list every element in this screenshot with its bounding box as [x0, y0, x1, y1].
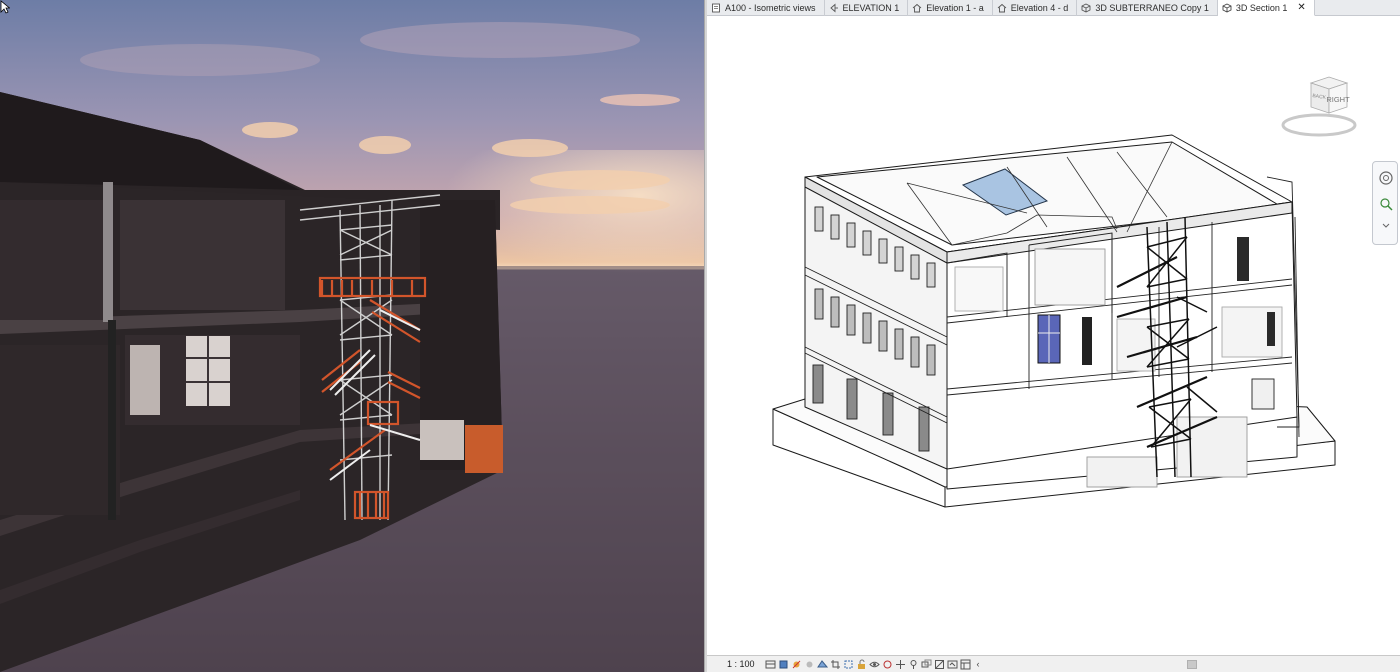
- worksharing-icon[interactable]: [895, 659, 906, 670]
- viewcube-face-label: RIGHT: [1326, 95, 1350, 104]
- view-tab-bar: A100 - Isometric views ELEVATION 1 Eleva…: [707, 0, 1400, 16]
- tab-elevation-4-d[interactable]: Elevation 4 - d: [993, 0, 1078, 16]
- horizontal-scrollbar-thumb[interactable]: [1187, 660, 1197, 669]
- house-icon: [997, 3, 1007, 13]
- drawing-canvas[interactable]: RIGHT BACK: [707, 17, 1400, 655]
- tab-3d-subterraneo-copy-1[interactable]: 3D SUBTERRANEO Copy 1: [1077, 0, 1218, 16]
- close-icon[interactable]: ✕: [1297, 2, 1305, 13]
- crop-view-icon[interactable]: [830, 659, 841, 670]
- view-controls: ‹: [765, 659, 980, 670]
- render-viewport[interactable]: [0, 0, 704, 672]
- zoom-icon[interactable]: [1378, 196, 1394, 212]
- elevation-icon: [829, 3, 838, 13]
- show-crop-icon[interactable]: [843, 659, 854, 670]
- mouse-cursor-icon: [0, 0, 10, 14]
- highlight-displacement-icon[interactable]: [921, 659, 932, 670]
- view-control-bar: 1 : 100 ‹: [707, 655, 1400, 672]
- sun-path-icon[interactable]: [791, 659, 802, 670]
- analytical-model-icon[interactable]: [908, 659, 919, 670]
- reveal-hidden-icon[interactable]: [882, 659, 893, 670]
- temporary-hide-icon[interactable]: [868, 659, 880, 670]
- window: [1267, 312, 1275, 346]
- door: [1082, 317, 1092, 365]
- unlock-view-icon[interactable]: [856, 659, 867, 670]
- detail-level-icon[interactable]: [765, 659, 776, 670]
- render-icon[interactable]: [816, 659, 828, 670]
- tab-elevation-1[interactable]: ELEVATION 1: [825, 0, 909, 16]
- tab-label: Elevation 4 - d: [1010, 3, 1069, 13]
- temporary-properties-icon[interactable]: [947, 659, 958, 670]
- visual-style-icon[interactable]: [778, 659, 789, 670]
- navigation-bar: [1372, 161, 1398, 245]
- building-render: [0, 22, 704, 672]
- tab-label: ELEVATION 1: [842, 3, 900, 13]
- tab-3d-section-1[interactable]: 3D Section 1 ✕: [1217, 0, 1315, 16]
- tab-label: Elevation 1 - a: [926, 3, 984, 13]
- view-templates-icon[interactable]: [960, 659, 971, 670]
- tab-elevation-1-a[interactable]: Elevation 1 - a: [908, 0, 993, 16]
- sheet-icon: [712, 3, 720, 13]
- viewcube[interactable]: RIGHT BACK: [1281, 73, 1357, 143]
- shadows-icon[interactable]: [804, 659, 815, 670]
- tab-label: 3D SUBTERRANEO Copy 1: [1095, 3, 1209, 13]
- view-scale[interactable]: 1 : 100: [707, 659, 765, 669]
- reveal-constraints-icon[interactable]: [934, 659, 945, 670]
- house-icon: [912, 3, 922, 13]
- steering-wheel-icon[interactable]: [1378, 170, 1394, 186]
- window: [1237, 237, 1249, 281]
- 3d-view-icon: [1081, 3, 1091, 13]
- 3d-view-icon: [1222, 2, 1232, 13]
- chevron-down-icon[interactable]: [1378, 218, 1394, 234]
- tab-a100-isometric-views[interactable]: A100 - Isometric views: [707, 0, 825, 16]
- tab-label: A100 - Isometric views: [725, 3, 816, 13]
- revit-view-window: A100 - Isometric views ELEVATION 1 Eleva…: [707, 0, 1400, 672]
- scroll-left-icon[interactable]: ‹: [977, 659, 980, 669]
- tab-label: 3D Section 1: [1235, 2, 1288, 13]
